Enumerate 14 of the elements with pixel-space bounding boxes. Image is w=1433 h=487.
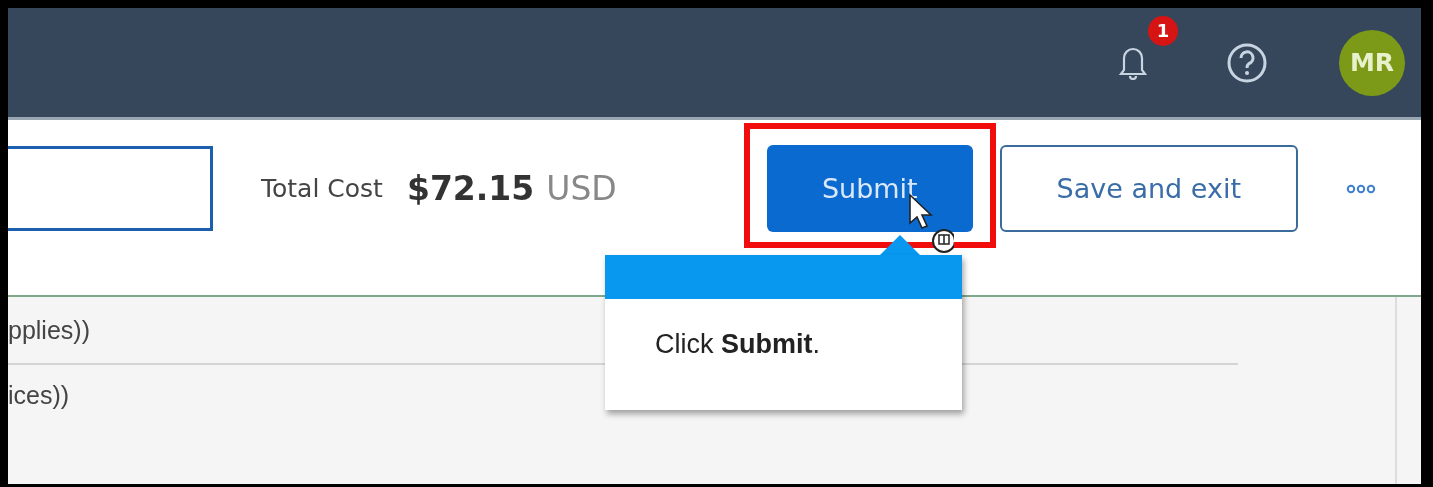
submit-button[interactable]: Submit <box>766 145 973 232</box>
bell-icon[interactable] <box>1119 45 1147 80</box>
tooltip-arrow <box>880 235 920 255</box>
input-field[interactable] <box>8 146 213 231</box>
notification-badge: 1 <box>1148 15 1178 46</box>
total-cost-label: Total Cost <box>261 174 383 203</box>
currency-label: USD <box>546 169 617 208</box>
save-and-exit-button[interactable]: Save and exit <box>999 145 1298 232</box>
tooltip-text: Click Submit. <box>655 329 821 360</box>
user-avatar[interactable]: MR <box>1339 29 1405 96</box>
total-cost-amount: $72.15 <box>406 169 535 208</box>
more-icon[interactable] <box>1345 183 1376 194</box>
list-item-text: ices)) <box>8 380 70 410</box>
list-item-text: pplies)) <box>8 315 90 345</box>
